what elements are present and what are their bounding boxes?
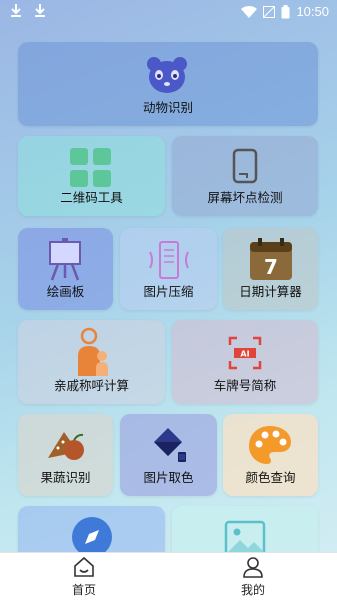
color-lookup-card[interactable]: 颜色查询 [223,414,318,496]
license-plate-card[interactable]: AI 车牌号简称 [172,320,318,404]
qr-tool-card[interactable]: 二维码工具 [18,136,165,216]
paint-bucket-icon [154,428,186,462]
status-left [10,3,46,17]
qr-tool-label: 二维码工具 [60,190,123,205]
bottom-nav: 首页 我的 [0,552,337,600]
calendar-day-text: 7 [264,255,278,279]
kinship-calculator-label: 亲戚称呼计算 [53,378,129,393]
image-compress-label: 图片压缩 [143,284,194,299]
phone-screen-icon [232,148,258,184]
nav-mine[interactable]: 我的 [213,555,293,599]
screen-check-label: 屏幕坏点检测 [207,190,283,205]
screen-check-card[interactable]: 屏幕坏点检测 [172,136,318,216]
nav-home[interactable]: 首页 [44,555,124,599]
color-lookup-label: 颜色查询 [245,470,296,485]
qr-grid-icon [70,148,111,187]
fruit-recognition-label: 果蔬识别 [40,470,91,485]
date-calculator-label: 日期计算器 [239,284,302,299]
no-signal-icon [263,5,276,18]
wifi-icon [241,5,258,18]
animal-recognition-card[interactable]: 动物识别 [18,42,318,126]
ai-scan-text: AI [240,350,249,359]
kinship-calculator-card[interactable]: 亲戚称呼计算 [18,320,165,404]
license-plate-label: 车牌号简称 [213,378,277,393]
status-time: 10:50 [296,4,329,19]
easel-icon [49,238,81,281]
image-compress-card[interactable]: 图片压缩 [120,228,217,310]
nav-home-label: 首页 [71,583,96,597]
date-calculator-card[interactable]: 7 日期计算器 [223,228,318,310]
image-color-pick-label: 图片取色 [143,470,194,485]
calendar-icon: 7 [250,238,292,280]
drawing-board-card[interactable]: 绘画板 [18,228,113,310]
user-icon [243,557,263,578]
fruit-icon [48,432,84,460]
image-color-pick-card[interactable]: 图片取色 [120,414,217,496]
compress-icon [149,241,189,279]
download-icon [11,4,21,17]
home-icon [74,556,94,577]
panda-icon [147,57,187,93]
status-bar: 10:50 [0,0,337,24]
status-right: 10:50 [241,4,329,19]
download-icon [35,4,45,17]
palette-icon [249,426,291,464]
family-icon [78,327,108,376]
battery-icon [281,4,290,18]
ai-scan-icon: AI [228,336,262,370]
drawing-board-label: 绘画板 [46,284,85,299]
fruit-recognition-card[interactable]: 果蔬识别 [18,414,113,496]
nav-mine-label: 我的 [240,583,265,597]
animal-recognition-label: 动物识别 [142,100,193,115]
